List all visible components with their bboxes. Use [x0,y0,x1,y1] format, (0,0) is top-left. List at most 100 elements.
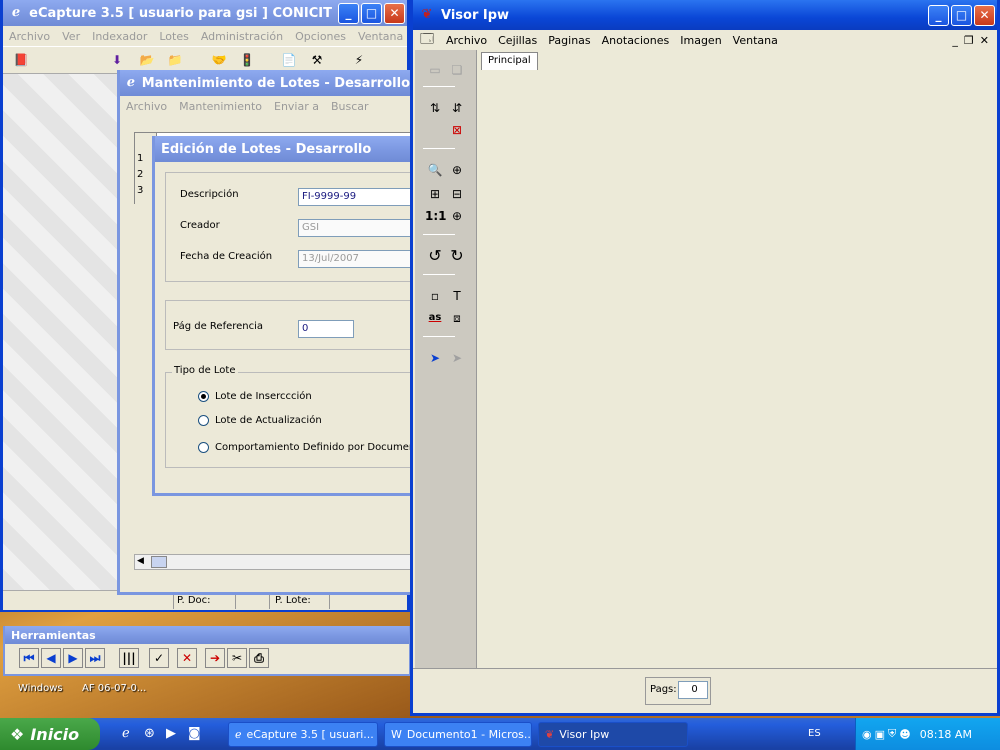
last-icon[interactable]: ⏭ [85,648,105,668]
rotate-right-icon[interactable]: ↻ [447,246,467,266]
menu-ventana[interactable]: Ventana [733,34,778,47]
folder-icon[interactable]: 📁 [165,50,185,70]
menu-archivo[interactable]: Archivo [126,100,167,113]
visor-doc-icon[interactable]: 🗔 [419,32,435,48]
text-annotation-icon[interactable]: T [447,286,467,306]
radio-checked-icon[interactable] [198,391,209,402]
menu-archivo[interactable]: Archivo [446,34,487,47]
traffic-light-icon[interactable]: 🚦 [237,50,257,70]
desktop-icon-label[interactable]: AF 06-07-0... [82,683,146,694]
grid-row-header[interactable]: 1 [137,153,143,164]
minimize-button[interactable]: _ [338,2,359,24]
download-arrow-icon[interactable]: ⬇ [107,50,127,70]
menu-cejillas[interactable]: Cejillas [498,34,537,47]
horizontal-scrollbar[interactable]: ◀ [134,554,412,570]
delete-annotation-icon[interactable]: ➤ [447,348,467,368]
menu-paginas[interactable]: Paginas [548,34,590,47]
language-indicator[interactable]: ES [808,728,821,739]
menu-enviar-a[interactable]: Enviar a [274,100,319,113]
close-button[interactable]: ✕ [974,4,995,26]
panda-icon[interactable]: ☻ [899,728,910,741]
printer-icon[interactable]: ⎙ [249,648,269,668]
menu-anotaciones[interactable]: Anotaciones [602,34,670,47]
ecapture-titlebar[interactable]: ℯ eCapture 3.5 [ usuario para gsi ] CONI… [3,0,407,26]
network-icon[interactable]: ◉ [862,728,872,741]
menu-administracion[interactable]: Administración [201,30,283,43]
shield-icon[interactable]: ⛨ [888,727,896,741]
radio-unchecked-icon[interactable] [198,415,209,426]
actual-size-icon[interactable]: 1:1 [425,206,447,226]
mantenimiento-titlebar[interactable]: ℯ Mantenimiento de Lotes - Desarrollo [120,70,410,96]
creador-field[interactable]: GSI [298,219,418,237]
arrow-right-icon[interactable]: ➔ [205,648,225,668]
fit-width-icon[interactable]: ⊕ [447,206,467,226]
fit-page-icon[interactable]: ⊕ [447,160,467,180]
media-player-icon[interactable]: ▶ [166,726,176,741]
herramientas-titlebar[interactable]: Herramientas [5,626,409,644]
grid-row-header[interactable]: 3 [137,185,143,196]
radio-lote-inserccion[interactable]: Lote de Inserccción [198,391,312,402]
clock[interactable]: 08:18 AM [920,728,972,741]
minimize-button[interactable]: _ [928,4,949,26]
pag-referencia-field[interactable]: 0 [298,320,354,338]
edicion-titlebar[interactable]: Edición de Lotes - Desarrollo [155,136,411,162]
first-icon[interactable]: ⏮ [19,648,39,668]
radio-unchecked-icon[interactable] [198,442,209,453]
next-icon[interactable]: ▶ [63,648,83,668]
highlight-text-icon[interactable]: as [425,308,445,328]
fecha-creacion-field[interactable]: 13/Jul/2007 [298,250,418,268]
check-icon[interactable]: ✓ [149,648,169,668]
zoom-in-icon[interactable]: ⊞ [425,184,445,204]
copy-icon[interactable]: ❏ [447,60,467,80]
scroll-left-icon[interactable]: ◀ [137,556,144,566]
page-delete-icon[interactable]: ⊠ [447,120,467,140]
app-icon[interactable]: ◙ [188,726,201,741]
menu-ver[interactable]: Ver [62,30,80,43]
barcode-icon[interactable]: ||| [119,648,139,668]
menu-opciones[interactable]: Opciones [295,30,346,43]
start-button[interactable]: ❖ Inicio [0,718,100,750]
radio-lote-actualizacion[interactable]: Lote de Actualización [198,415,322,426]
page-move-icon[interactable]: ⇵ [447,98,467,118]
lightning-icon[interactable]: ⚡ [349,50,369,70]
maximize-button[interactable]: □ [951,4,972,26]
mdi-minimize-icon[interactable]: _ [952,34,958,47]
mdi-close-icon[interactable]: ✕ [980,34,989,47]
note-icon[interactable]: ▫ [425,286,445,306]
cross-icon[interactable]: ✕ [177,648,197,668]
menu-ventana[interactable]: Ventana [358,30,403,43]
menu-lotes[interactable]: Lotes [159,30,188,43]
zoom-icon[interactable]: 🔍 [425,160,445,180]
handshake-icon[interactable]: 🤝 [209,50,229,70]
ie-icon[interactable]: ℯ [122,726,130,741]
rotate-left-icon[interactable]: ↺ [425,246,445,266]
previous-icon[interactable]: ◀ [41,648,61,668]
task-ecapture[interactable]: ℯ eCapture 3.5 [ usuari... [228,722,378,747]
visor-titlebar[interactable]: ❦ Visor Ipw _ □ ✕ [413,0,997,30]
monitor-icon[interactable]: ▣ [875,728,885,741]
tools-icon[interactable]: ⚒ [307,50,327,70]
menu-imagen[interactable]: Imagen [680,34,721,47]
stamp-icon[interactable]: ⧈ [447,308,467,328]
mdi-restore-icon[interactable]: ❐ [964,34,974,47]
close-button[interactable]: ✕ [384,2,405,24]
task-documento1[interactable]: W Documento1 - Micros... [384,722,532,747]
desktop-icon-label[interactable]: Windows [18,683,63,694]
menu-buscar[interactable]: Buscar [331,100,369,113]
scissors-icon[interactable]: ✂ [227,648,247,668]
pages-icon[interactable]: ▭ [425,60,445,80]
menu-archivo[interactable]: Archivo [9,30,50,43]
select-annotation-icon[interactable]: ➤ [425,348,445,368]
grid-row-header[interactable]: 2 [137,169,143,180]
book-icon[interactable]: 📕 [11,50,31,70]
radio-comportamiento[interactable]: Comportamiento Definido por Documento [198,442,425,453]
descripcion-field[interactable]: FI-9999-99 [298,188,418,206]
zoom-out-icon[interactable]: ⊟ [447,184,467,204]
menu-indexador[interactable]: Indexador [92,30,147,43]
visor-document-area[interactable]: Principal [477,50,993,668]
open-folder-icon[interactable]: 📂 [137,50,157,70]
browser-icon[interactable]: ⊛ [144,726,155,741]
tab-principal[interactable]: Principal [481,52,538,70]
scroll-thumb[interactable] [151,556,167,568]
menu-mantenimiento[interactable]: Mantenimiento [179,100,262,113]
